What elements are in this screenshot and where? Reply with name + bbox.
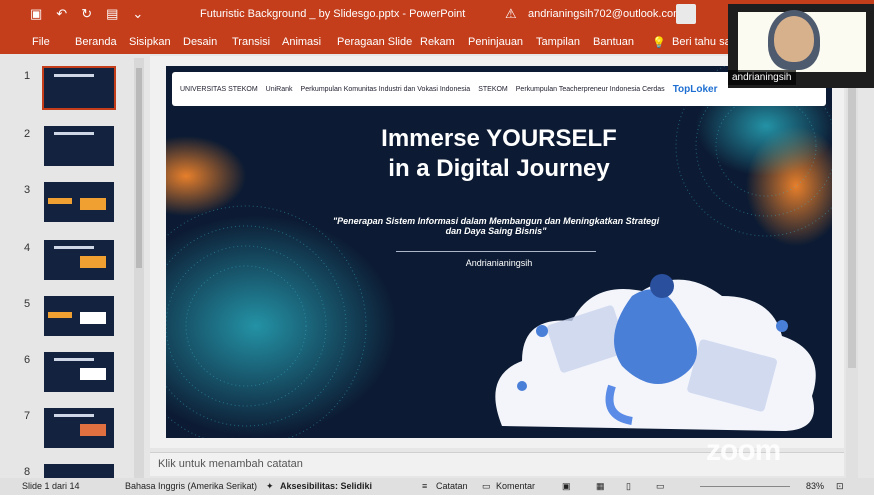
redo-icon[interactable]: ↻: [81, 6, 92, 22]
reading-view-icon[interactable]: ▯: [626, 481, 631, 492]
undo-icon[interactable]: ↶: [56, 6, 67, 22]
slide-thumbnail[interactable]: 3: [16, 180, 136, 228]
slide-thumbnail[interactable]: 1: [16, 66, 136, 114]
slide-thumbnail-pane: 1 2 3 4 5 6 7 8: [16, 58, 148, 478]
present-icon[interactable]: ▤: [106, 6, 118, 22]
tab-sisipkan[interactable]: Sisipkan: [129, 36, 171, 48]
zoom-participant-video[interactable]: andrianingsih: [728, 4, 874, 88]
tab-bantuan[interactable]: Bantuan: [593, 36, 634, 48]
tab-tampilan[interactable]: Tampilan: [536, 36, 580, 48]
tab-peragaan-slide[interactable]: Peragaan Slide: [337, 36, 412, 48]
logo-stekom: UNIVERSITAS STEKOM: [180, 85, 258, 93]
slide-thumbnail[interactable]: 2: [16, 124, 136, 172]
notes-icon[interactable]: ≡: [422, 481, 427, 491]
slideshow-icon[interactable]: ▭: [656, 481, 665, 492]
slide-canvas[interactable]: UNIVERSITAS STEKOM UniRank Perkumpulan K…: [166, 66, 832, 438]
logo-unirank: UniRank: [265, 85, 293, 93]
slide-subtitle[interactable]: "Penerapan Sistem Informasi dalam Memban…: [326, 216, 666, 236]
save-icon[interactable]: ▣: [30, 6, 42, 22]
tab-transisi[interactable]: Transisi: [232, 36, 270, 48]
accessibility-icon[interactable]: ✦: [266, 481, 274, 492]
slide-title-line1: Immerse YOURSELF: [381, 125, 617, 152]
fit-slide-icon[interactable]: ⊡: [836, 481, 844, 492]
cloud-illustration: [495, 274, 816, 431]
avatar[interactable]: [676, 4, 696, 24]
slide-title[interactable]: Immerse YOURSELF in a Digital Journey: [166, 124, 832, 184]
notes-toggle[interactable]: Catatan: [436, 481, 468, 491]
zoom-slider[interactable]: [700, 486, 790, 487]
slide-counter: Slide 1 dari 14: [22, 481, 80, 491]
logo-perkumpulan-industri: Perkumpulan Komunitas Industri dan Vokas…: [300, 85, 471, 93]
tab-rekam[interactable]: Rekam: [420, 36, 455, 48]
account-email[interactable]: andrianingsih702@outlook.com: [528, 8, 682, 20]
slide-thumbnail[interactable]: 6: [16, 350, 136, 398]
comments-toggle[interactable]: Komentar: [496, 481, 535, 491]
thumbnail-scrollbar[interactable]: [134, 58, 144, 478]
logo-teacherpreneur: Perkumpulan Teacherpreneur Indonesia Cer…: [515, 85, 665, 93]
tab-beranda[interactable]: Beranda: [75, 36, 117, 48]
slide-sorter-icon[interactable]: ▦: [596, 481, 605, 492]
slide-thumbnail[interactable]: 8: [16, 462, 136, 478]
tab-file[interactable]: File: [32, 36, 50, 48]
slide-thumbnail[interactable]: 4: [16, 238, 136, 286]
divider: [396, 251, 596, 252]
status-bar: Slide 1 dari 14 Bahasa Inggris (Amerika …: [0, 478, 874, 495]
slide-title-line2: in a Digital Journey: [388, 155, 610, 182]
participant-face: [774, 16, 814, 62]
normal-view-icon[interactable]: ▣: [562, 481, 571, 492]
lightbulb-icon[interactable]: 💡: [652, 36, 666, 49]
tab-peninjauan[interactable]: Peninjauan: [468, 36, 523, 48]
tab-desain[interactable]: Desain: [183, 36, 217, 48]
customize-toolbar-icon[interactable]: ⌄: [132, 6, 143, 22]
logo-toploker: TopLoker: [672, 83, 718, 95]
comments-icon[interactable]: ▭: [482, 481, 491, 492]
editor-scrollbar[interactable]: [846, 58, 858, 478]
logo-stekom-2: STEKOM: [478, 85, 508, 93]
document-title: Futuristic Background _ by Slidesgo.pptx…: [200, 8, 466, 20]
slide-editor: UNIVERSITAS STEKOM UniRank Perkumpulan K…: [150, 56, 844, 448]
zoom-level[interactable]: 83%: [806, 481, 824, 491]
slide-thumbnail[interactable]: 5: [16, 294, 136, 342]
warning-icon[interactable]: ⚠: [505, 6, 517, 22]
participant-name: andrianingsih: [728, 70, 796, 85]
tab-animasi[interactable]: Animasi: [282, 36, 321, 48]
zoom-watermark: zoom: [706, 434, 781, 467]
language-indicator[interactable]: Bahasa Inggris (Amerika Serikat): [125, 481, 257, 491]
accessibility-status[interactable]: Aksesibilitas: Selidiki: [280, 481, 372, 491]
slide-thumbnail[interactable]: 7: [16, 406, 136, 454]
